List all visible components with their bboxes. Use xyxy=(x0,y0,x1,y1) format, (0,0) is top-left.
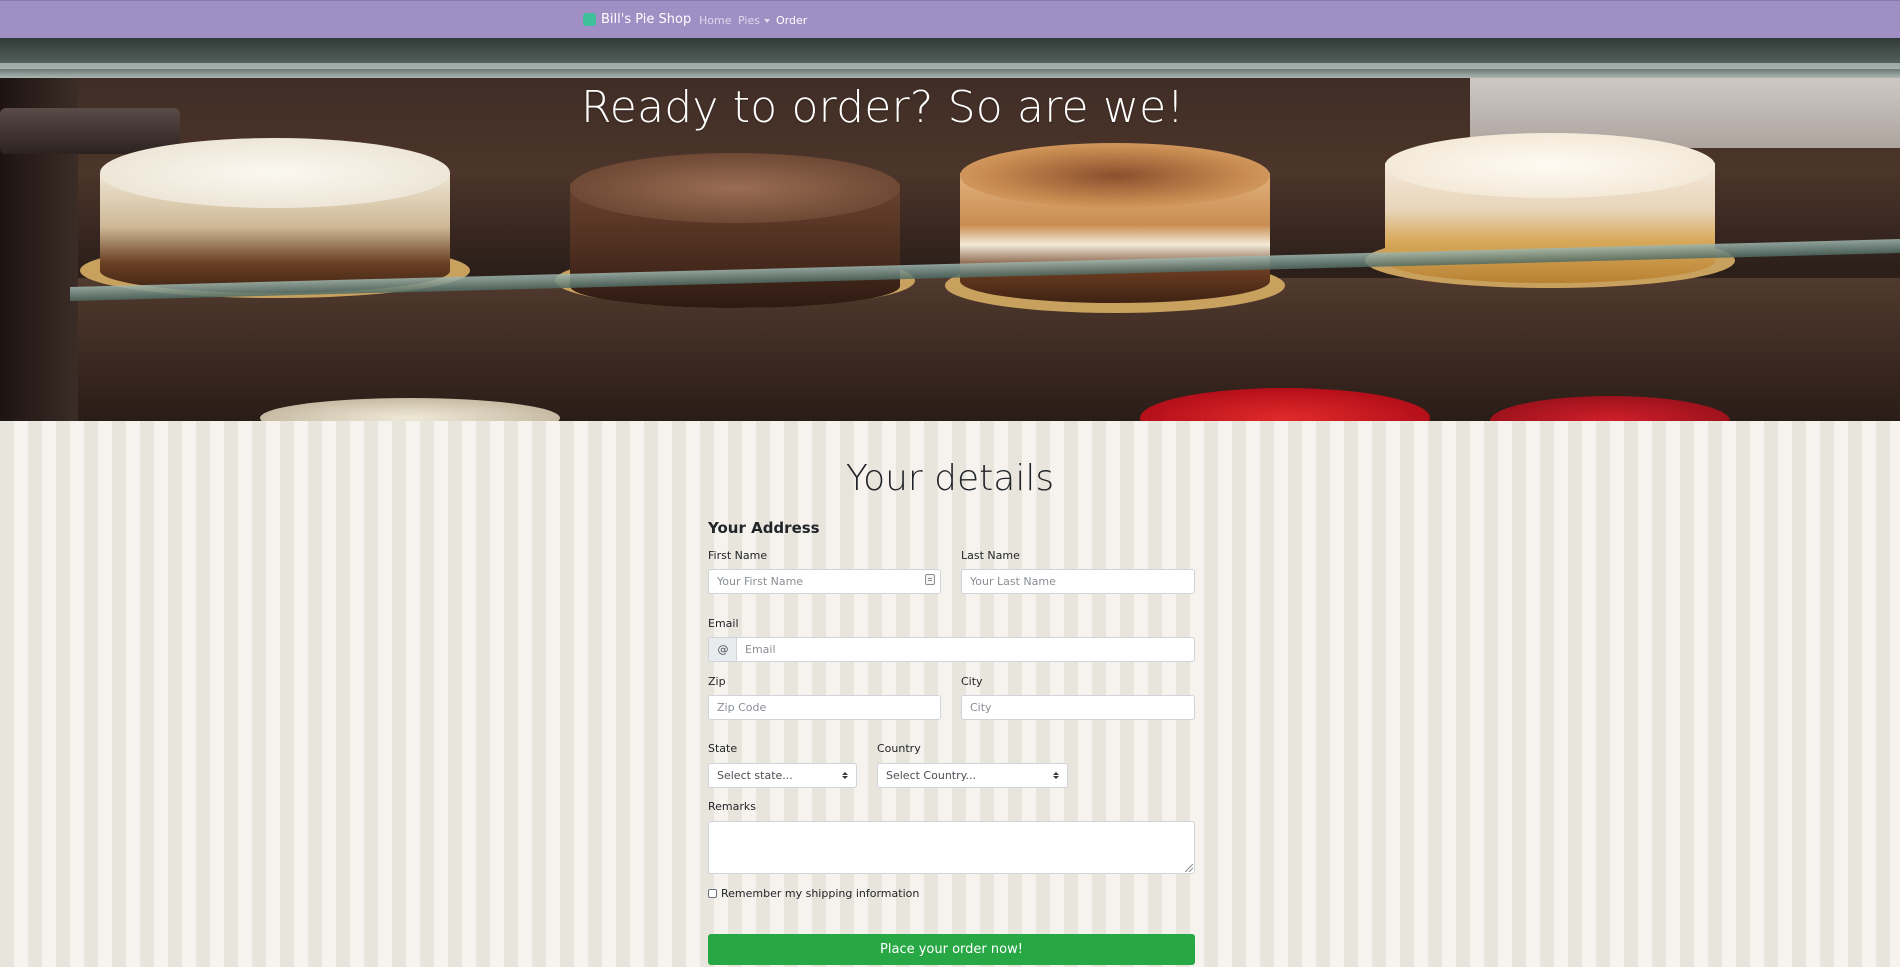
state-select[interactable]: Select state... xyxy=(708,763,857,788)
chevron-down-icon xyxy=(763,18,770,23)
state-selected-value: Select state... xyxy=(717,769,793,782)
country-label: Country xyxy=(877,742,921,755)
country-selected-value: Select Country... xyxy=(886,769,977,782)
zip-input[interactable] xyxy=(708,695,941,720)
city-input[interactable] xyxy=(961,695,1195,720)
chocolate-cake-image xyxy=(555,153,915,323)
last-name-label: Last Name xyxy=(961,549,1020,562)
hero-display-rail xyxy=(0,63,1900,69)
contact-card-icon xyxy=(925,574,935,585)
nav-home-link[interactable]: Home xyxy=(699,14,731,27)
brand-name: Bill's Pie Shop xyxy=(601,12,692,27)
caramel-cake-image xyxy=(945,143,1285,323)
first-name-input[interactable] xyxy=(708,569,941,594)
hero-display-case-glass xyxy=(0,38,1900,78)
top-navbar: Bill's Pie Shop Home Pies Order xyxy=(0,0,1900,38)
remember-checkbox[interactable] xyxy=(708,889,717,898)
city-label: City xyxy=(961,675,983,688)
vanilla-cake-image xyxy=(1365,133,1735,303)
zip-label: Zip xyxy=(708,675,726,688)
form-section-heading: Your Address xyxy=(708,519,820,537)
email-addon: @ xyxy=(708,637,737,662)
remarks-label: Remarks xyxy=(708,800,756,813)
nav-pies-label: Pies xyxy=(738,14,760,27)
first-name-label: First Name xyxy=(708,549,768,562)
nav-order-link[interactable]: Order xyxy=(776,14,807,27)
country-select[interactable]: Select Country... xyxy=(877,763,1068,788)
resize-grip-icon[interactable] xyxy=(1185,864,1193,872)
last-name-input[interactable] xyxy=(961,569,1195,594)
select-arrows-icon xyxy=(842,772,848,779)
remember-label[interactable]: Remember my shipping information xyxy=(721,887,919,900)
hero-title: Ready to order? So are we! xyxy=(581,82,1185,133)
page-title: Your details xyxy=(845,458,1055,499)
brand-logo-icon xyxy=(583,13,596,26)
brand-link[interactable]: Bill's Pie Shop xyxy=(583,12,691,27)
state-label: State xyxy=(708,742,738,755)
select-arrows-icon xyxy=(1053,772,1059,779)
remarks-textarea[interactable] xyxy=(708,821,1195,874)
email-label: Email xyxy=(708,617,739,630)
nav-pies-dropdown[interactable]: Pies xyxy=(738,14,770,27)
email-input[interactable] xyxy=(736,637,1195,662)
hero-banner: Ready to order? So are we! xyxy=(0,38,1900,421)
place-order-button[interactable]: Place your order now! xyxy=(708,934,1195,965)
